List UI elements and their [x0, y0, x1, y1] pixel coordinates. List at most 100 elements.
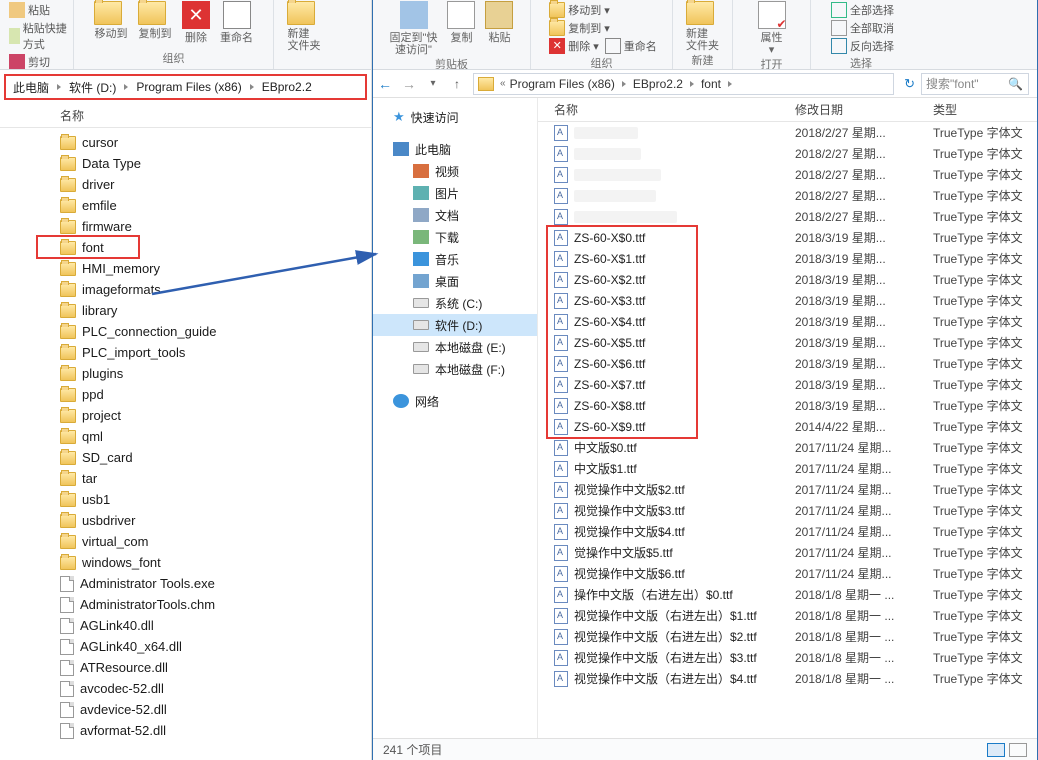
list-item[interactable]: 2018/2/27 星期...TrueType 字体文 [538, 122, 1037, 143]
folder-item[interactable]: font [0, 237, 371, 258]
list-item[interactable]: ZS-60-X$9.ttf2014/4/22 星期...TrueType 字体文 [538, 416, 1037, 437]
folder-item[interactable]: tar [0, 468, 371, 489]
file-list[interactable]: 2018/2/27 星期...TrueType 字体文2018/2/27 星期.… [538, 122, 1037, 738]
folder-item[interactable]: imageformats [0, 279, 371, 300]
nav-drive[interactable]: 本地磁盘 (F:) [373, 358, 537, 380]
list-item[interactable]: ZS-60-X$7.ttf2018/3/19 星期...TrueType 字体文 [538, 374, 1037, 395]
properties-button[interactable]: ✔属性▾ [753, 1, 791, 56]
copy-to-button[interactable]: 复制到 [133, 1, 177, 40]
list-item[interactable]: ZS-60-X$4.ttf2018/3/19 星期...TrueType 字体文 [538, 311, 1037, 332]
path-segment[interactable]: Program Files (x86) [510, 77, 615, 91]
pin-quickaccess-button[interactable]: 固定到"快 速访问" [385, 1, 443, 56]
folder-item[interactable]: driver [0, 174, 371, 195]
icons-view-button[interactable] [1009, 743, 1027, 757]
header-type[interactable]: 类型 [933, 101, 1037, 118]
nav-forward-button[interactable]: → [397, 72, 421, 96]
nav-category[interactable]: 视频 [373, 160, 537, 182]
paste-button[interactable]: 粘贴 [6, 1, 53, 19]
list-item[interactable]: 视觉操作中文版（右进左出）$2.ttf2018/1/8 星期一 ...TrueT… [538, 626, 1037, 647]
paste-shortcut-button[interactable]: 粘贴快捷方式 [6, 19, 70, 53]
folder-item[interactable]: firmware [0, 216, 371, 237]
list-item[interactable]: 视觉操作中文版$4.ttf2017/11/24 星期...TrueType 字体… [538, 521, 1037, 542]
folder-item[interactable]: qml [0, 426, 371, 447]
nav-category[interactable]: 音乐 [373, 248, 537, 270]
path-segment[interactable]: EBpro2.2 [633, 77, 683, 91]
nav-drive[interactable]: 软件 (D:) [373, 314, 537, 336]
select-all[interactable]: 全部选择 [828, 1, 897, 19]
move-to-button[interactable]: 移动到 [89, 1, 133, 40]
list-item[interactable]: 中文版$1.ttf2017/11/24 星期...TrueType 字体文 [538, 458, 1037, 479]
nav-drive[interactable]: 本地磁盘 (E:) [373, 336, 537, 358]
list-item[interactable]: ZS-60-X$6.ttf2018/3/19 星期...TrueType 字体文 [538, 353, 1037, 374]
list-item[interactable]: ZS-60-X$5.ttf2018/3/19 星期...TrueType 字体文 [538, 332, 1037, 353]
move-to-small[interactable]: 移动到 ▾ [546, 1, 613, 19]
rename-small[interactable]: 重命名 [602, 37, 660, 55]
folder-item[interactable]: project [0, 405, 371, 426]
file-item[interactable]: AdministratorTools.chm [0, 594, 371, 615]
file-item[interactable]: Administrator Tools.exe [0, 573, 371, 594]
file-item[interactable]: AGLink40_x64.dll [0, 636, 371, 657]
breadcrumb-item[interactable]: 此电脑 [12, 77, 50, 98]
header-name[interactable]: 名称 [538, 101, 795, 118]
list-item[interactable]: ZS-60-X$2.ttf2018/3/19 星期...TrueType 字体文 [538, 269, 1037, 290]
list-item[interactable]: 视觉操作中文版$6.ttf2017/11/24 星期...TrueType 字体… [538, 563, 1037, 584]
path-segment[interactable]: font [701, 77, 721, 91]
list-item[interactable]: 中文版$0.ttf2017/11/24 星期...TrueType 字体文 [538, 437, 1037, 458]
list-item[interactable]: ZS-60-X$8.ttf2018/3/19 星期...TrueType 字体文 [538, 395, 1037, 416]
folder-item[interactable]: PLC_import_tools [0, 342, 371, 363]
search-input[interactable]: 搜索"font" 🔍 [921, 73, 1029, 95]
rename-button[interactable]: 重命名 [215, 1, 258, 44]
breadcrumb-item[interactable]: 软件 (D:) [68, 77, 117, 98]
file-item[interactable]: avdevice-52.dll [0, 699, 371, 720]
copy-button[interactable]: 复制 [442, 1, 480, 44]
list-item[interactable]: ZS-60-X$3.ttf2018/3/19 星期...TrueType 字体文 [538, 290, 1037, 311]
list-column-headers[interactable]: 名称 修改日期 类型 [538, 98, 1037, 122]
header-date[interactable]: 修改日期 [795, 101, 933, 118]
folder-item[interactable]: library [0, 300, 371, 321]
list-item[interactable]: 2018/2/27 星期...TrueType 字体文 [538, 206, 1037, 227]
left-file-list[interactable]: cursorData TypedriveremfilefirmwarefontH… [0, 128, 371, 760]
folder-item[interactable]: usb1 [0, 489, 371, 510]
path-box[interactable]: « Program Files (x86)EBpro2.2font [473, 73, 894, 95]
nav-category[interactable]: 文档 [373, 204, 537, 226]
folder-item[interactable]: emfile [0, 195, 371, 216]
folder-item[interactable]: SD_card [0, 447, 371, 468]
nav-drive[interactable]: 系统 (C:) [373, 292, 537, 314]
list-item[interactable]: 觉操作中文版$5.ttf2017/11/24 星期...TrueType 字体文 [538, 542, 1037, 563]
folder-item[interactable]: usbdriver [0, 510, 371, 531]
list-item[interactable]: 视觉操作中文版（右进左出）$4.ttf2018/1/8 星期一 ...TrueT… [538, 668, 1037, 689]
nav-category[interactable]: 桌面 [373, 270, 537, 292]
left-column-headers[interactable]: 名称 [0, 104, 371, 128]
folder-item[interactable]: PLC_connection_guide [0, 321, 371, 342]
list-item[interactable]: ZS-60-X$0.ttf2018/3/19 星期...TrueType 字体文 [538, 227, 1037, 248]
nav-this-pc[interactable]: 此电脑 [373, 138, 537, 160]
list-item[interactable]: 操作中文版（右进左出）$0.ttf2018/1/8 星期一 ...TrueTyp… [538, 584, 1037, 605]
folder-item[interactable]: cursor [0, 132, 371, 153]
folder-item[interactable]: HMI_memory [0, 258, 371, 279]
list-item[interactable]: 2018/2/27 星期...TrueType 字体文 [538, 143, 1037, 164]
breadcrumb-item[interactable]: Program Files (x86) [135, 78, 242, 96]
invert-select[interactable]: 反向选择 [828, 37, 897, 55]
file-item[interactable]: avcodec-52.dll [0, 678, 371, 699]
copy-to-small[interactable]: 复制到 ▾ [546, 19, 613, 37]
list-item[interactable]: 视觉操作中文版$2.ttf2017/11/24 星期...TrueType 字体… [538, 479, 1037, 500]
nav-category[interactable]: 下载 [373, 226, 537, 248]
delete-small[interactable]: ✕删除 ▾ [546, 37, 602, 55]
file-item[interactable]: avformat-52.dll [0, 720, 371, 741]
folder-item[interactable]: virtual_com [0, 531, 371, 552]
list-item[interactable]: 2018/2/27 星期...TrueType 字体文 [538, 164, 1037, 185]
cut-button[interactable]: 剪切 [6, 53, 53, 70]
details-view-button[interactable] [987, 743, 1005, 757]
folder-item[interactable]: ppd [0, 384, 371, 405]
folder-item[interactable]: Data Type [0, 153, 371, 174]
file-item[interactable]: ATResource.dll [0, 657, 371, 678]
left-breadcrumb[interactable]: 此电脑软件 (D:)Program Files (x86)EBpro2.2 [4, 74, 367, 100]
nav-recent-button[interactable]: ▾ [421, 72, 445, 96]
folder-item[interactable]: windows_font [0, 552, 371, 573]
nav-network[interactable]: 网络 [373, 390, 537, 412]
new-folder-button[interactable]: 新建 文件夹 [681, 1, 725, 52]
refresh-button[interactable]: ↻ [898, 76, 921, 92]
paste-button[interactable]: 粘贴 [480, 1, 518, 44]
folder-item[interactable]: plugins [0, 363, 371, 384]
delete-button[interactable]: ✕删除 [177, 1, 215, 44]
